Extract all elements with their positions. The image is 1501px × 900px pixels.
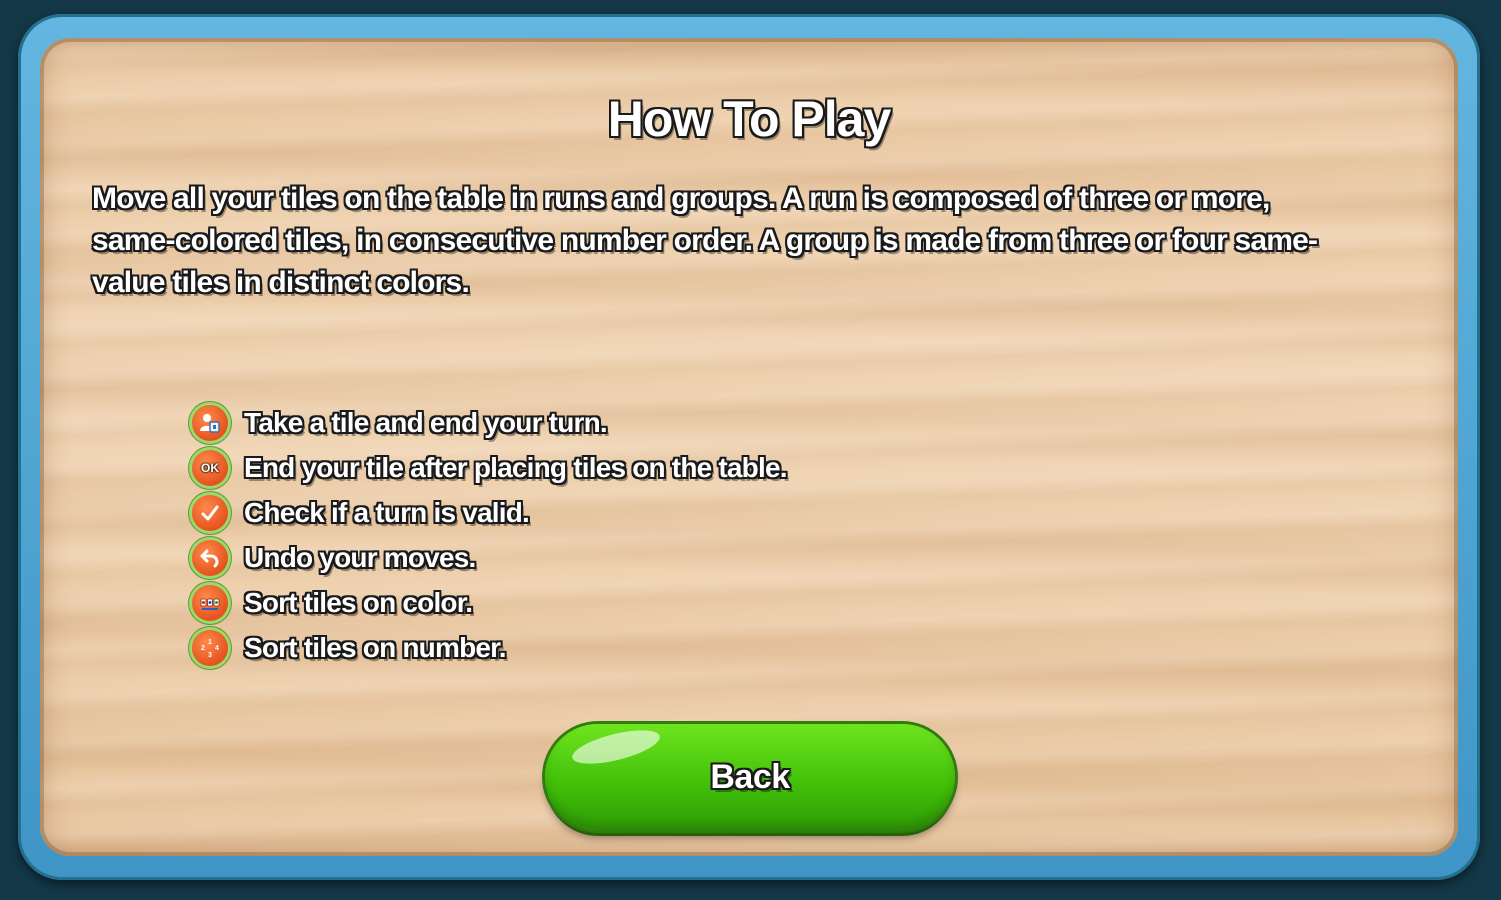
take-tile-icon (192, 404, 228, 441)
control-check-turn: Check if a turn is valid. (188, 490, 787, 535)
wood-panel: How To Play Move all your tiles on the t… (40, 38, 1458, 856)
control-label: Take a tile and end your turn. (244, 406, 608, 438)
page-title: How To Play (607, 91, 892, 147)
control-take-tile: Take a tile and end your turn. (188, 400, 787, 445)
control-label: Check if a turn is valid. (244, 496, 530, 528)
svg-text:2: 2 (201, 645, 205, 652)
sort-number-icon: 1 2 4 3 (192, 629, 228, 666)
svg-text:3: 3 (208, 652, 212, 659)
back-button[interactable]: Back (545, 724, 955, 830)
control-label: End your tile after placing tiles on the… (244, 451, 788, 483)
control-sort-number: 1 2 4 3 Sort tiles on number. (188, 625, 787, 670)
controls-legend: Take a tile and end your turn. OK End yo… (188, 400, 788, 670)
undo-icon (192, 539, 228, 576)
sort-color-icon (192, 584, 228, 621)
svg-text:4: 4 (215, 645, 219, 652)
rules-description: Move all your tiles on the table in runs… (92, 182, 1318, 299)
dialog-frame: How To Play Move all your tiles on the t… (18, 14, 1480, 880)
ok-icon: OK (192, 449, 228, 486)
button-shine (569, 724, 663, 771)
ok-icon-text: OK (201, 460, 219, 475)
control-undo: Undo your moves. (188, 535, 787, 580)
svg-text:1: 1 (208, 639, 212, 646)
control-label: Undo your moves. (244, 541, 476, 573)
control-sort-color: Sort tiles on color. (188, 580, 787, 625)
control-end-turn: OK End your tile after placing tiles on … (188, 445, 788, 490)
control-label: Sort tiles on color. (244, 586, 473, 618)
control-label: Sort tiles on number. (244, 631, 506, 663)
checkmark-icon (192, 494, 228, 531)
back-button-label: Back (710, 757, 790, 796)
